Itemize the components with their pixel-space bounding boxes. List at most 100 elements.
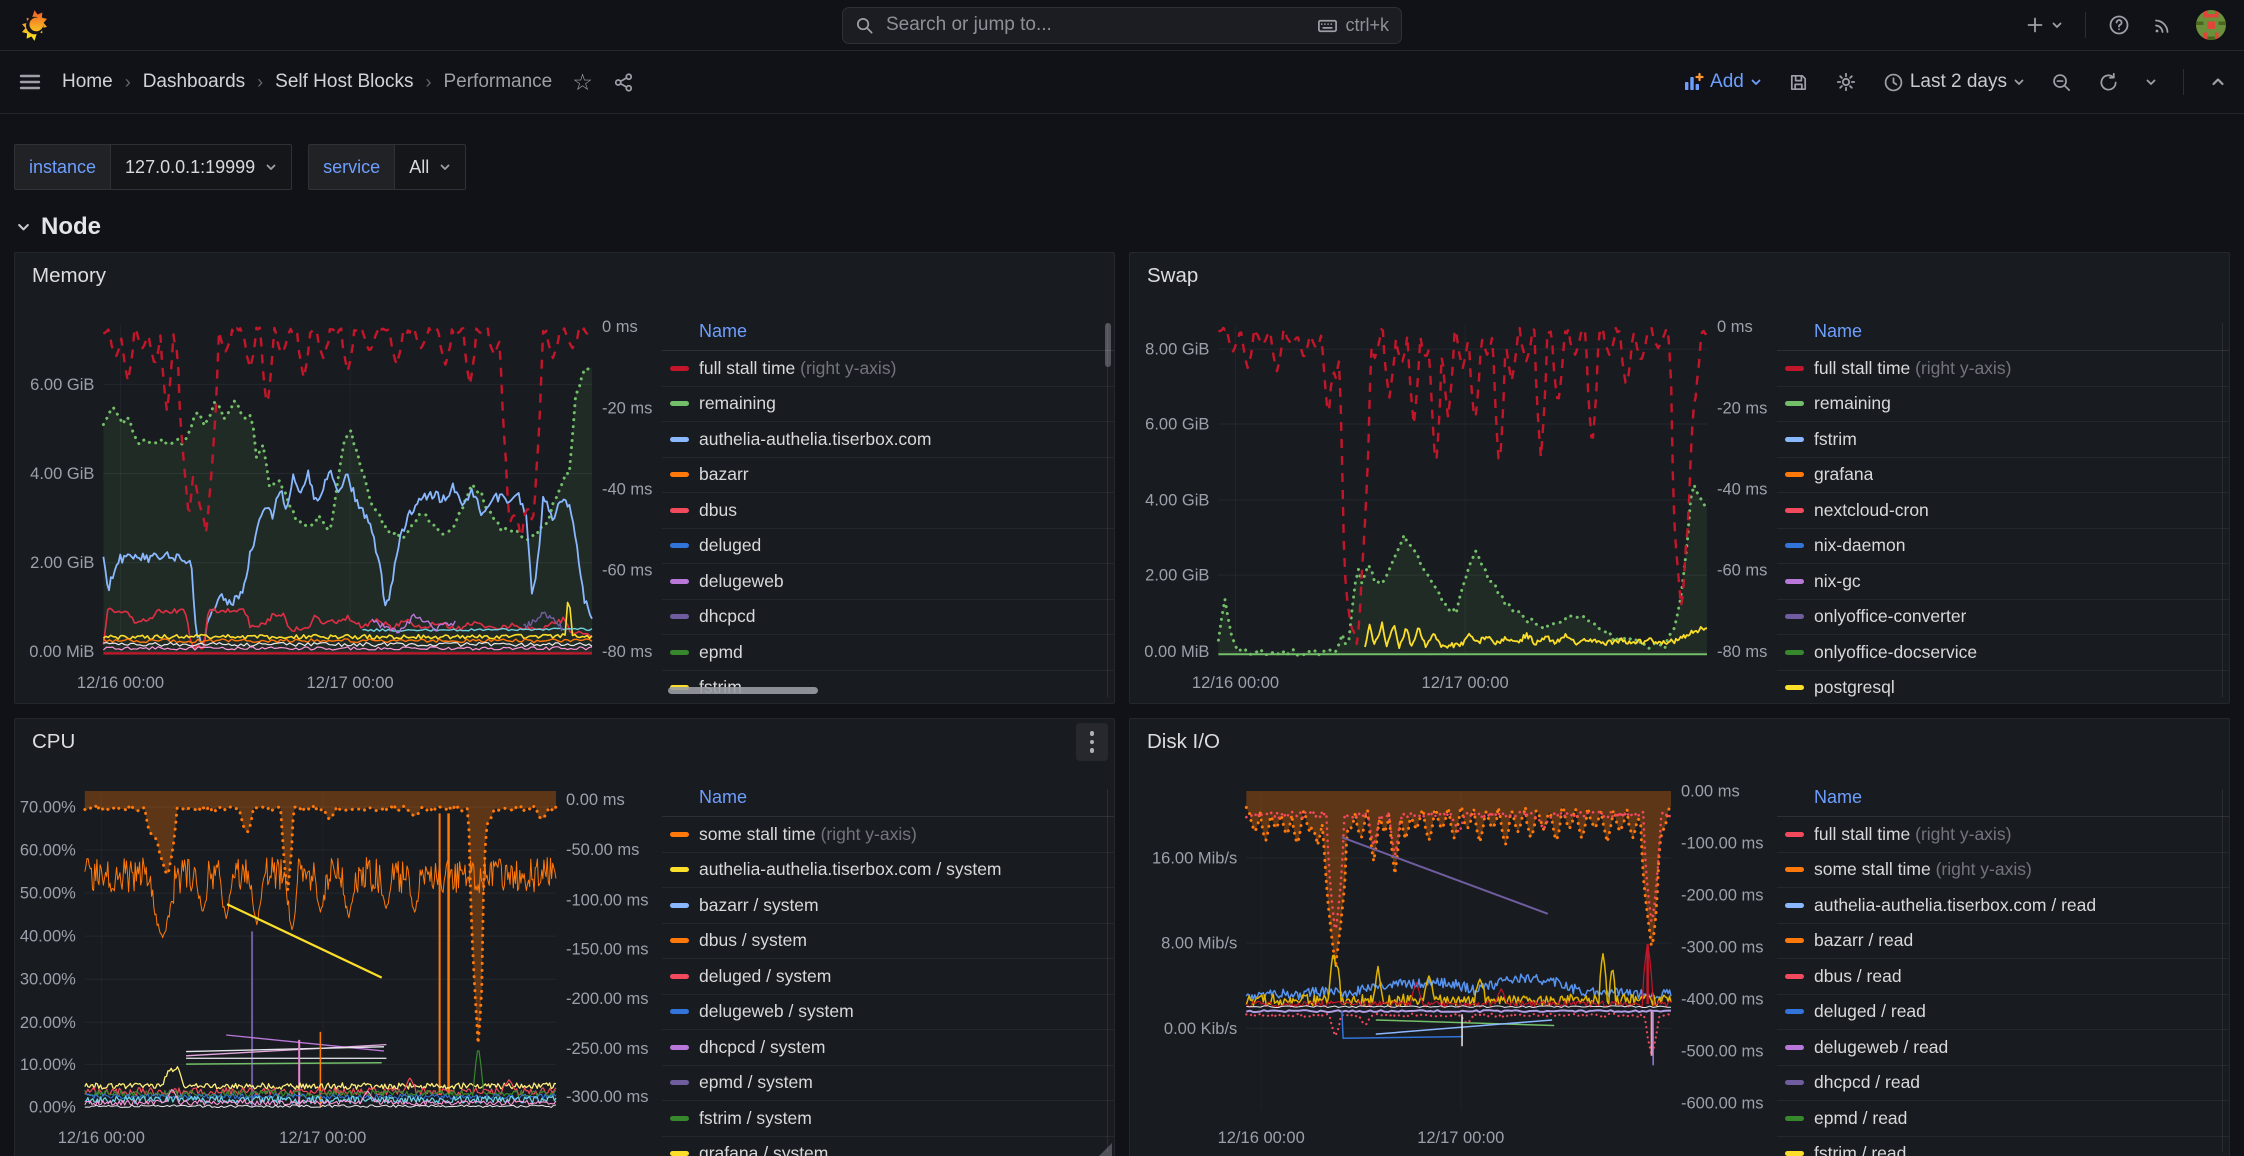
- legend-item[interactable]: onlyoffice-docservice: [1777, 635, 2229, 671]
- series-color-marker: [1785, 1116, 1804, 1121]
- legend-item[interactable]: dbus / system: [662, 924, 1114, 960]
- legend-item[interactable]: postgresql: [1777, 671, 2229, 704]
- add-panel-button[interactable]: Add: [1682, 71, 1762, 93]
- series-color-marker: [1785, 1080, 1804, 1085]
- legend-header-name[interactable]: Name: [662, 321, 1114, 351]
- legend-item[interactable]: nix-daemon: [1777, 529, 2229, 565]
- legend-item-label: fstrim / system: [699, 1108, 812, 1129]
- svg-text:0 ms: 0 ms: [602, 318, 638, 336]
- legend-item[interactable]: full stall time (right y-axis): [662, 351, 1114, 387]
- legend-item[interactable]: full stall time (right y-axis): [1777, 817, 2229, 853]
- panel-header[interactable]: CPU: [15, 719, 1114, 765]
- legend-item[interactable]: authelia-authelia.tiserbox.com / read: [1777, 888, 2229, 924]
- refresh-button[interactable]: [2098, 72, 2119, 93]
- legend-item[interactable]: some stall time (right y-axis): [662, 817, 1114, 853]
- news-button[interactable]: [2152, 14, 2174, 36]
- variable-value-dropdown[interactable]: All: [394, 144, 466, 190]
- zoom-out-time-button[interactable]: [2051, 72, 2072, 93]
- legend-item-axis-note: (right y-axis): [795, 358, 896, 378]
- row-toggle-node[interactable]: Node: [16, 210, 2230, 244]
- save-dashboard-button[interactable]: [1788, 72, 1809, 93]
- legend-item[interactable]: grafana / system: [662, 1137, 1114, 1156]
- legend-item[interactable]: some stall time (right y-axis): [1777, 853, 2229, 889]
- legend-item[interactable]: remaining: [662, 387, 1114, 423]
- svg-text:0.00 ms: 0.00 ms: [566, 791, 625, 809]
- legend-item[interactable]: deluged / read: [1777, 995, 2229, 1031]
- legend-item[interactable]: onlyoffice-converter: [1777, 600, 2229, 636]
- dashboard-settings-button[interactable]: [1835, 71, 1857, 93]
- search-input[interactable]: [884, 13, 1307, 37]
- new-button[interactable]: [2025, 15, 2063, 35]
- disk-io-time-series-plot[interactable]: 16.00 Mib/s8.00 Mib/s0.00 Kib/s0.00 ms-1…: [1130, 765, 1777, 1156]
- memory-time-series-plot[interactable]: 6.00 GiB4.00 GiB2.00 GiB0.00 MiB0 ms-20 …: [15, 299, 662, 703]
- panel-swap: Swap 8.00 GiB6.00 GiB4.00 GiB2.00 GiB0.0…: [1129, 252, 2230, 704]
- legend-item[interactable]: bazarr / read: [1777, 924, 2229, 960]
- legend-item-label: grafana / system: [699, 1143, 828, 1156]
- breadcrumb-home[interactable]: Home: [62, 71, 113, 93]
- series-color-marker: [670, 938, 689, 943]
- legend-item[interactable]: epmd: [662, 635, 1114, 671]
- legend-item[interactable]: delugeweb / read: [1777, 1030, 2229, 1066]
- user-avatar[interactable]: [2196, 10, 2226, 40]
- panel-menu-button[interactable]: [1076, 723, 1108, 761]
- svg-text:8.00 GiB: 8.00 GiB: [1145, 341, 1209, 359]
- legend-item[interactable]: dbus / read: [1777, 959, 2229, 995]
- legend-item[interactable]: nextcloud-cron: [1777, 493, 2229, 529]
- legend-item[interactable]: fstrim / system: [662, 1101, 1114, 1137]
- help-button[interactable]: [2108, 14, 2130, 36]
- panel-header[interactable]: Disk I/O: [1130, 719, 2229, 765]
- series-color-marker: [670, 832, 689, 837]
- panel-header[interactable]: Memory: [15, 253, 1114, 299]
- favorite-button[interactable]: ☆: [572, 71, 593, 94]
- swap-time-series-plot[interactable]: 8.00 GiB6.00 GiB4.00 GiB2.00 GiB0.00 MiB…: [1130, 299, 1777, 703]
- legend-item-label: fstrim / read: [1814, 1143, 1906, 1156]
- legend-item-label: remaining: [699, 393, 776, 414]
- legend-scrollbar-thumb[interactable]: [1105, 323, 1111, 367]
- grafana-logo[interactable]: [18, 9, 51, 42]
- legend-item[interactable]: fstrim: [1777, 422, 2229, 458]
- legend-item[interactable]: dhcpcd / read: [1777, 1066, 2229, 1102]
- legend-item[interactable]: dhcpcd: [662, 600, 1114, 636]
- share-button[interactable]: [613, 72, 634, 93]
- legend-item[interactable]: nix-gc: [1777, 564, 2229, 600]
- legend-item[interactable]: epmd / read: [1777, 1101, 2229, 1137]
- legend-item[interactable]: grafana: [1777, 458, 2229, 494]
- legend-item-label: nix-daemon: [1814, 535, 1905, 556]
- legend-header-name[interactable]: Name: [1777, 787, 2229, 817]
- refresh-interval-dropdown[interactable]: [2145, 76, 2157, 88]
- legend-item-label: deluged: [699, 535, 761, 556]
- legend-item[interactable]: deluged: [662, 529, 1114, 565]
- legend-item[interactable]: authelia-authelia.tiserbox.com: [662, 422, 1114, 458]
- panel-resize-handle[interactable]: [1099, 1143, 1112, 1156]
- breadcrumb-dashboards[interactable]: Dashboards: [143, 71, 245, 93]
- panel-header[interactable]: Swap: [1130, 253, 2229, 299]
- cpu-time-series-plot[interactable]: 70.00%60.00%50.00%40.00%30.00%20.00%10.0…: [15, 765, 662, 1156]
- series-color-marker: [1785, 685, 1804, 690]
- legend-item[interactable]: dbus: [662, 493, 1114, 529]
- legend-item[interactable]: bazarr / system: [662, 888, 1114, 924]
- legend-item[interactable]: dhcpcd / system: [662, 1030, 1114, 1066]
- legend-item[interactable]: authelia-authelia.tiserbox.com / system: [662, 853, 1114, 889]
- legend-item[interactable]: delugeweb: [662, 564, 1114, 600]
- legend-horizontal-scrollbar[interactable]: [668, 687, 818, 694]
- breadcrumb-folder[interactable]: Self Host Blocks: [275, 71, 413, 93]
- legend-item-label: dhcpcd / system: [699, 1037, 825, 1058]
- collapse-topbar-button[interactable]: [2210, 74, 2226, 90]
- legend-item[interactable]: bazarr: [662, 458, 1114, 494]
- time-range-picker[interactable]: Last 2 days: [1883, 71, 2025, 93]
- variable-value-dropdown[interactable]: 127.0.0.1:19999: [110, 144, 292, 190]
- legend-header-name[interactable]: Name: [662, 787, 1114, 817]
- legend-item-label: dbus / read: [1814, 966, 1902, 987]
- legend-item[interactable]: delugeweb / system: [662, 995, 1114, 1031]
- legend-item[interactable]: fstrim / read: [1777, 1137, 2229, 1156]
- legend-item-label: some stall time (right y-axis): [1814, 859, 2032, 880]
- series-color-marker: [670, 437, 689, 442]
- legend-item[interactable]: full stall time (right y-axis): [1777, 351, 2229, 387]
- mega-menu-button[interactable]: [18, 70, 42, 94]
- legend-item[interactable]: deluged / system: [662, 959, 1114, 995]
- legend-item[interactable]: remaining: [1777, 387, 2229, 423]
- legend-item-label: authelia-authelia.tiserbox.com / read: [1814, 895, 2096, 916]
- legend-header-name[interactable]: Name: [1777, 321, 2229, 351]
- legend-item[interactable]: epmd / system: [662, 1066, 1114, 1102]
- keyboard-icon: [1317, 15, 1338, 36]
